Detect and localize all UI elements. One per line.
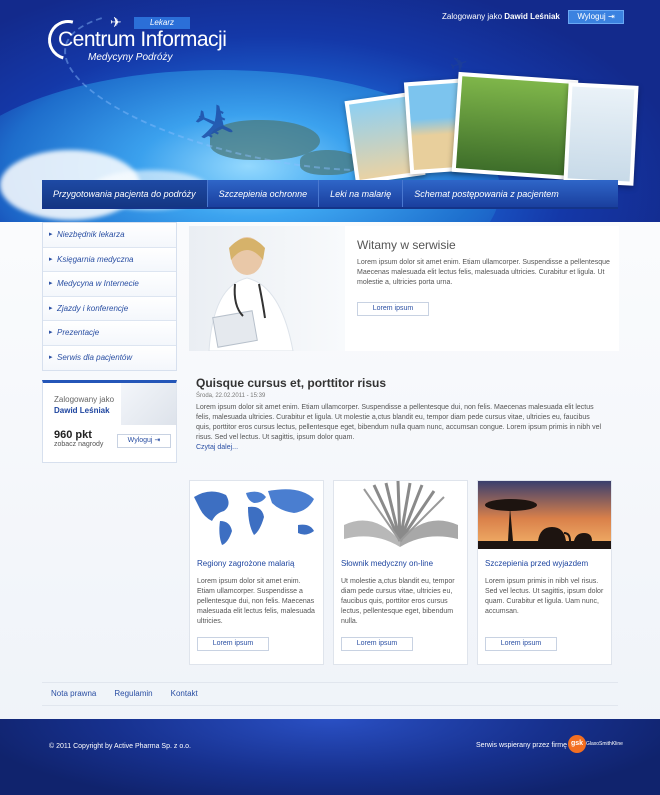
- logout-label: Wyloguj: [577, 12, 606, 21]
- card-button[interactable]: Lorem ipsum: [197, 637, 269, 651]
- card-text: Lorem ipsum primis in nibh vel risus. Se…: [485, 578, 604, 615]
- welcome-title: Witamy w serwisie: [357, 238, 456, 252]
- doctor-photo: [189, 226, 345, 351]
- sidebar-item-patient-service[interactable]: Serwis dla pacjentów: [43, 345, 176, 370]
- keyboard-image: [121, 383, 177, 425]
- nav-item-travel-prep[interactable]: Przygotowania pacjenta do podróży: [42, 180, 208, 207]
- card-text: Lorem ipsum dolor sit amet enim. Etiam u…: [197, 578, 315, 625]
- card-title[interactable]: Regiony zagrożone malarią: [197, 559, 294, 568]
- main-navigation: Przygotowania pacjenta do podróży Szczep…: [42, 180, 618, 209]
- article-date: Środa, 22.02.2011 - 15:39: [196, 393, 266, 399]
- gsk-logo[interactable]: gsk GlaxoSmithKline: [568, 735, 623, 753]
- footer-links: Nota prawna Regulamin Kontakt: [42, 682, 618, 706]
- rewards-link[interactable]: zobacz nagrody: [54, 441, 103, 448]
- world-map-image: [190, 481, 323, 549]
- site-logo[interactable]: ✈ Lekarz Centrum Informacji Medycyny Pod…: [40, 12, 227, 70]
- card-travel-vaccinations: Szczepienia przed wyjazdem Lorem ipsum p…: [477, 480, 612, 665]
- gsk-logo-name: GlaxoSmithKline: [586, 741, 623, 747]
- user-box-label: Zalogowany jako: [54, 395, 115, 404]
- card-button[interactable]: Lorem ipsum: [485, 637, 557, 651]
- gsk-logo-mark: gsk: [568, 735, 586, 753]
- user-box: Zalogowany jako Dawid Leśniak 960 pkt zo…: [42, 380, 177, 463]
- sidebar-item-conferences[interactable]: Zjazdy i konferencje: [43, 296, 176, 321]
- nav-item-vaccinations[interactable]: Szczepienia ochronne: [208, 180, 320, 207]
- sidebar-menu: Niezbędnik lekarza Księgarnia medyczna M…: [42, 222, 177, 371]
- card-medical-dictionary: Słownik medyczny on-line Ut molestie a,c…: [333, 480, 468, 665]
- footer-link-legal[interactable]: Nota prawna: [42, 683, 105, 705]
- footer-link-contact[interactable]: Kontakt: [162, 683, 207, 705]
- nav-item-patient-procedure[interactable]: Schemat postępowania z pacjentem: [403, 180, 570, 207]
- footer-link-terms[interactable]: Regulamin: [105, 683, 161, 705]
- footer: © 2011 Copyright by Active Pharma Sp. z …: [0, 719, 660, 795]
- logo-subtitle: Medycyny Podróży: [88, 52, 173, 63]
- logout-button[interactable]: Wyloguj ⇥: [568, 10, 624, 24]
- exit-icon: ⇥: [154, 437, 161, 444]
- welcome-button[interactable]: Lorem ipsum: [357, 302, 429, 316]
- sponsor-text: Serwis wspierany przez firmę: [476, 742, 568, 749]
- sidebar-item-doctor-essentials[interactable]: Niezbędnik lekarza: [43, 223, 176, 248]
- logged-in-user: Dawid Leśniak: [504, 12, 560, 21]
- logo-title: Centrum Informacji: [58, 28, 227, 51]
- photo-hikers: [451, 71, 579, 181]
- card-malaria-regions: Regiony zagrożone malarią Lorem ipsum do…: [189, 480, 324, 665]
- exit-icon: ⇥: [607, 12, 615, 21]
- welcome-box: Witamy w serwisie Lorem ipsum dolor sit …: [189, 226, 619, 351]
- news-article: Quisque cursus et, porttitor risus Środa…: [196, 376, 606, 451]
- nav-item-malaria-drugs[interactable]: Leki na malarię: [319, 180, 404, 207]
- card-text: Ut molestie a,ctus blandit eu, tempor di…: [341, 578, 455, 625]
- book-image: [334, 481, 467, 549]
- logged-in-prefix: Zalogowany jako: [442, 12, 503, 21]
- card-button[interactable]: Lorem ipsum: [341, 637, 413, 651]
- article-title[interactable]: Quisque cursus et, porttitor risus: [196, 376, 606, 390]
- logout-label: Wyloguj: [127, 437, 153, 444]
- user-points: 960 pkt: [54, 429, 92, 441]
- welcome-text: Lorem ipsum dolor sit amet enim. Etiam u…: [357, 259, 610, 286]
- copyright: © 2011 Copyright by Active Pharma Sp. z …: [49, 743, 191, 750]
- savanna-sunset-image: [478, 481, 611, 549]
- sidebar-item-bookstore[interactable]: Księgarnia medyczna: [43, 247, 176, 272]
- sidebar-item-internet-medicine[interactable]: Medycyna w Internecie: [43, 272, 176, 297]
- read-more-link[interactable]: Czytaj dalej...: [196, 444, 606, 451]
- photo-nurse: [563, 82, 639, 186]
- sidebar-item-presentations[interactable]: Prezentacje: [43, 321, 176, 346]
- article-text: Lorem ipsum dolor sit amet enim. Etiam u…: [196, 404, 602, 441]
- user-box-name: Dawid Leśniak: [54, 406, 110, 415]
- user-box-logout-button[interactable]: Wyloguj ⇥: [117, 434, 171, 448]
- card-title[interactable]: Słownik medyczny on-line: [341, 559, 433, 568]
- logged-in-status: Zalogowany jako Dawid Leśniak: [442, 12, 560, 21]
- card-title[interactable]: Szczepienia przed wyjazdem: [485, 559, 588, 568]
